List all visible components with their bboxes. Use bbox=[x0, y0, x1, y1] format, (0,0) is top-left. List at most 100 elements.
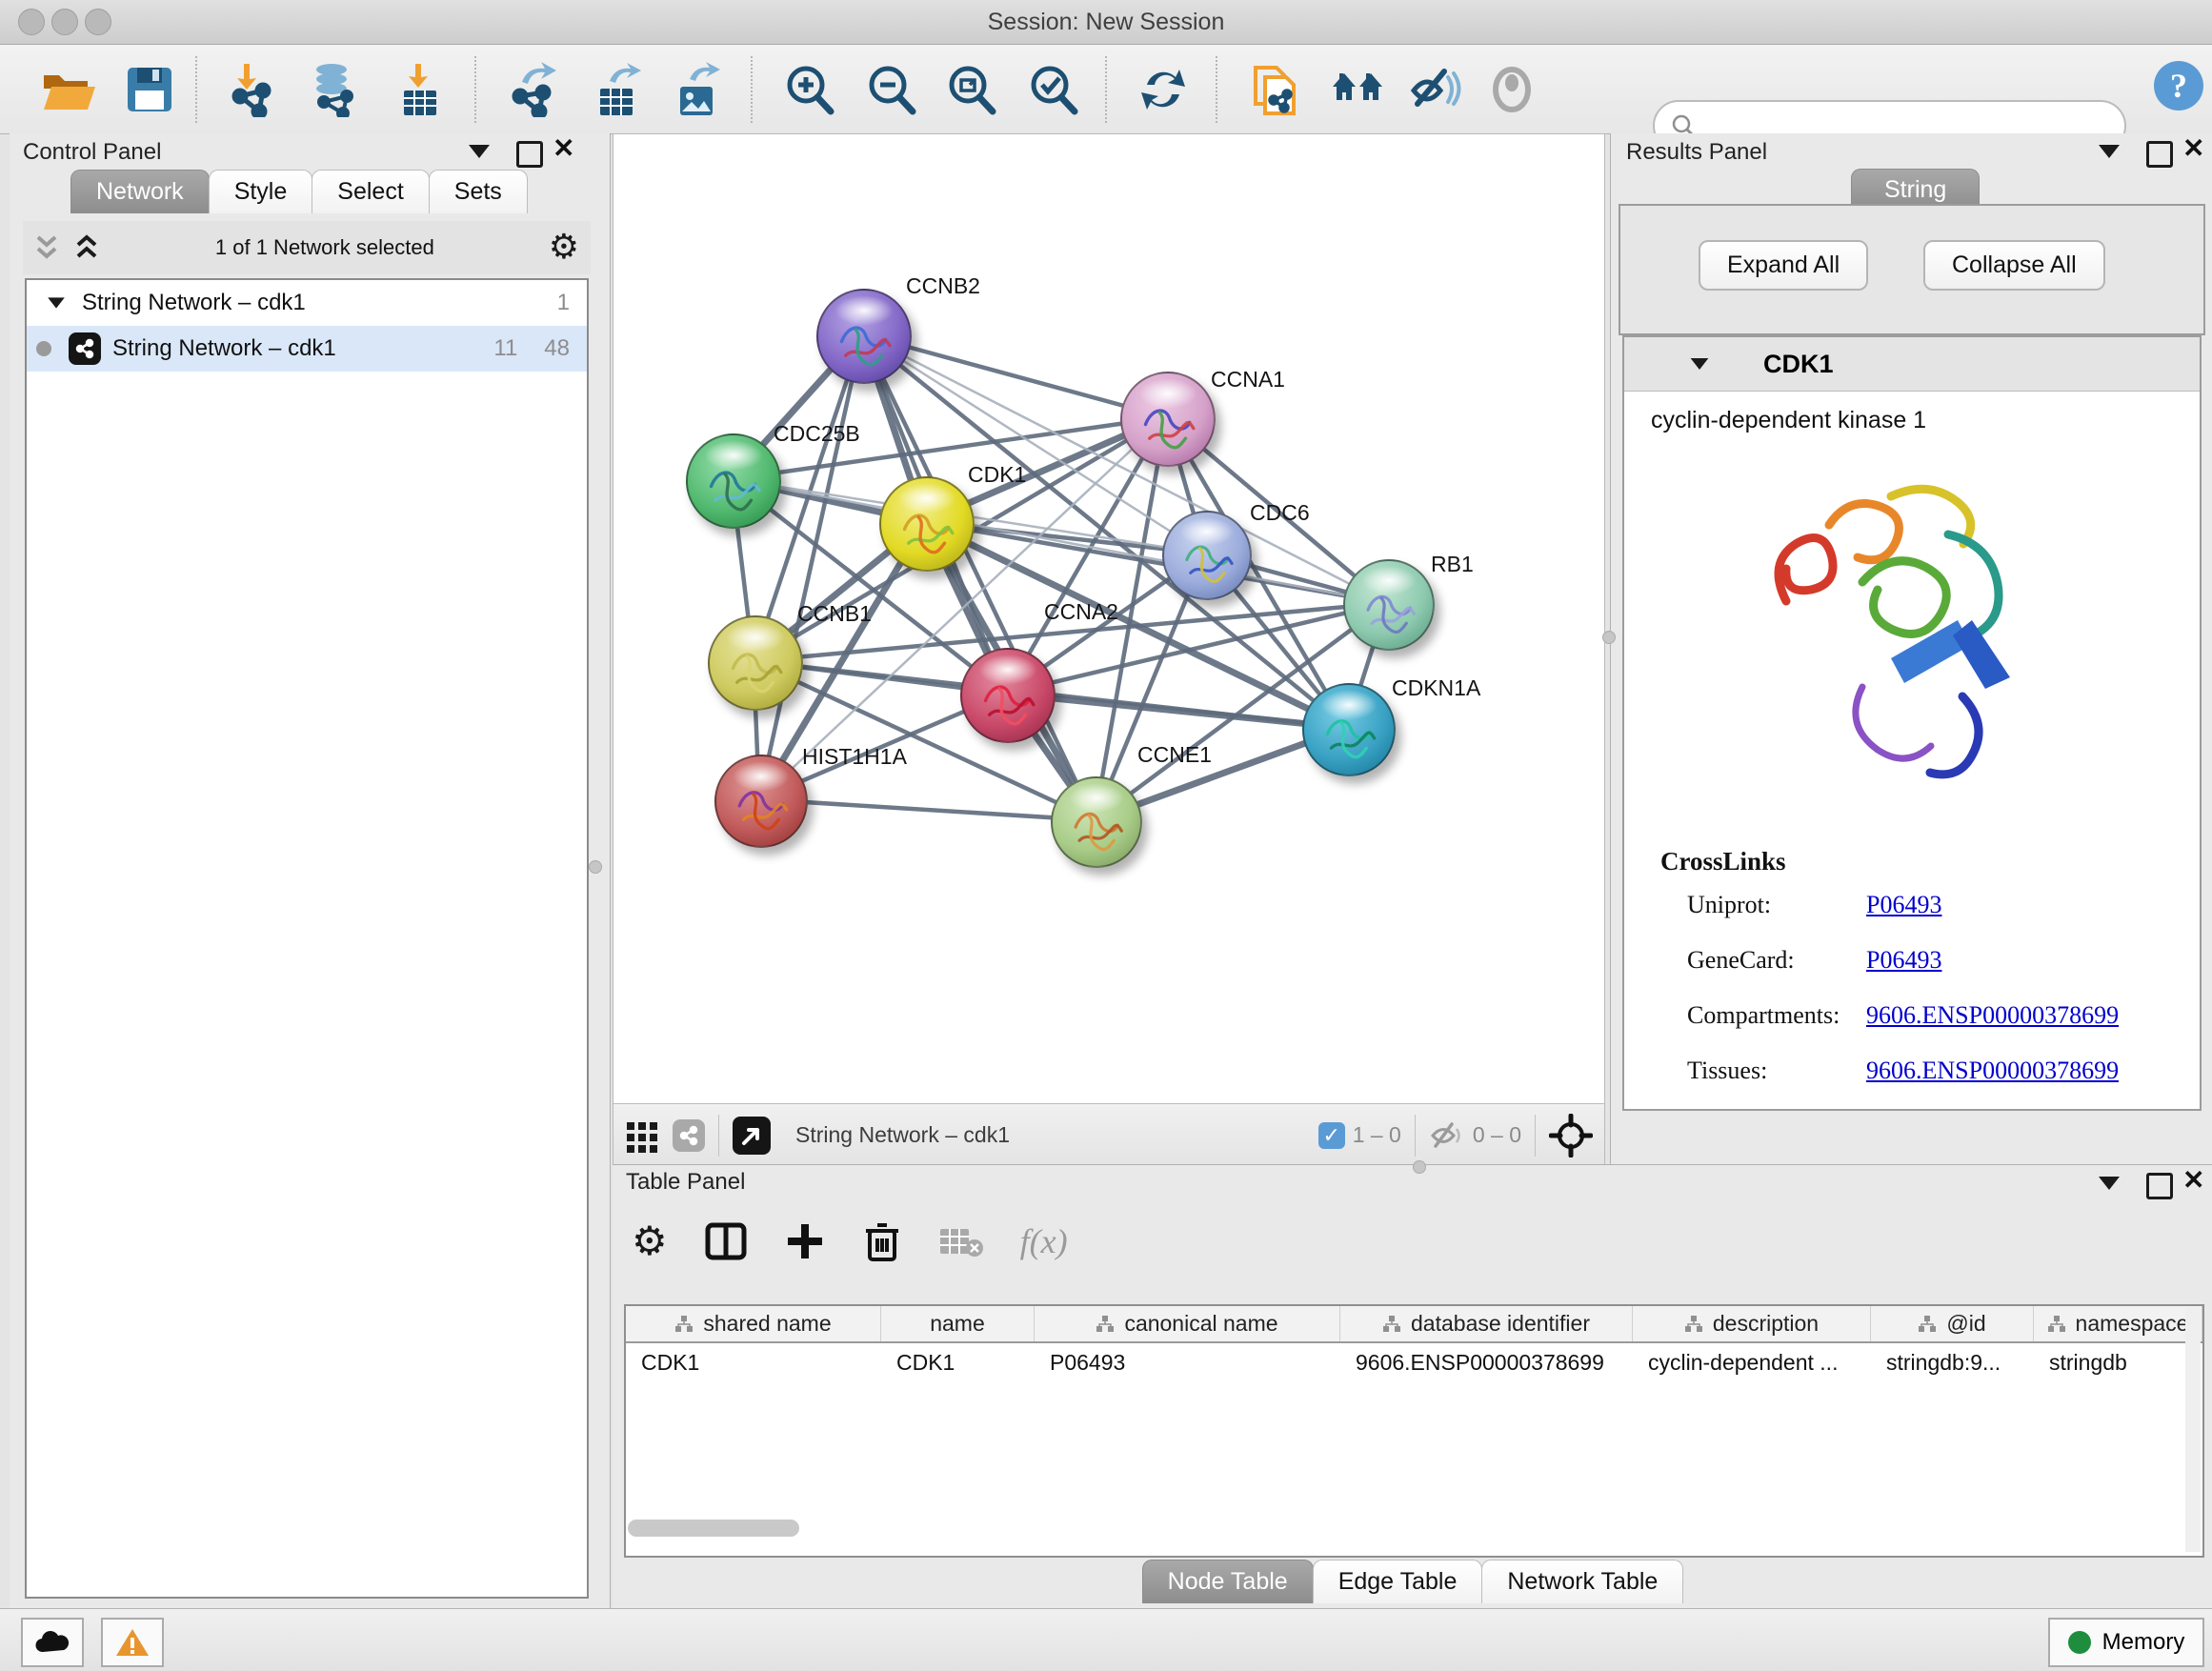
horizontal-splitter-handle[interactable] bbox=[1413, 1160, 1426, 1174]
panel-menu-icon[interactable] bbox=[2099, 145, 2120, 163]
fit-selected-crosshair-icon[interactable] bbox=[1549, 1114, 1593, 1158]
node-cdk1[interactable] bbox=[879, 476, 975, 572]
new-network-from-selection-icon[interactable] bbox=[1248, 62, 1303, 117]
import-table-icon[interactable] bbox=[392, 62, 448, 117]
crosslink-value-link[interactable]: P06493 bbox=[1866, 946, 1941, 975]
horizontal-scrollbar-thumb[interactable] bbox=[628, 1520, 799, 1537]
tab-network[interactable]: Network bbox=[70, 170, 210, 213]
save-session-icon[interactable] bbox=[122, 62, 177, 117]
grid-view-icon[interactable] bbox=[623, 1117, 661, 1155]
first-neighbors-icon[interactable] bbox=[1330, 62, 1385, 117]
memory-button[interactable]: Memory bbox=[2048, 1618, 2204, 1667]
crosslink-label: GeneCard: bbox=[1687, 946, 1866, 975]
show-all-eye-icon[interactable] bbox=[1484, 62, 1539, 117]
panel-menu-icon[interactable] bbox=[469, 145, 490, 163]
close-panel-icon[interactable]: ✕ bbox=[2182, 1170, 2204, 1194]
close-panel-icon[interactable]: ✕ bbox=[2182, 138, 2204, 162]
node-cdc25b[interactable] bbox=[686, 433, 781, 529]
birds-eye-view-icon[interactable] bbox=[733, 1117, 771, 1155]
float-panel-icon[interactable] bbox=[2146, 1173, 2173, 1199]
table-options-gear-icon[interactable]: ⚙ bbox=[632, 1224, 668, 1258]
tab-sets[interactable]: Sets bbox=[429, 170, 528, 213]
column-header-namespace[interactable]: namespace bbox=[2034, 1306, 2202, 1341]
column-header-database-identifier[interactable]: database identifier bbox=[1340, 1306, 1633, 1341]
network-collection-row[interactable]: String Network – cdk1 1 bbox=[27, 280, 587, 326]
show-columns-icon[interactable] bbox=[704, 1219, 748, 1263]
table-panel: Table Panel ✕ ⚙ f(x) shared namenamecano… bbox=[613, 1164, 2212, 1609]
cloud-button[interactable] bbox=[21, 1618, 84, 1667]
results-panel-title: Results Panel bbox=[1626, 139, 1767, 166]
open-session-icon[interactable] bbox=[40, 62, 95, 117]
node-ccnb2[interactable] bbox=[816, 289, 912, 384]
node-rb1[interactable] bbox=[1343, 559, 1435, 651]
crosslink-value-link[interactable]: 9606.ENSP00000378699 bbox=[1866, 1001, 2119, 1030]
warning-button[interactable] bbox=[101, 1618, 164, 1667]
apply-layout-icon[interactable] bbox=[1136, 62, 1191, 117]
network-row[interactable]: String Network – cdk1 11 48 bbox=[27, 326, 587, 372]
panel-menu-icon[interactable] bbox=[2099, 1177, 2120, 1195]
cell-canonical-name[interactable]: P06493 bbox=[1035, 1350, 1340, 1376]
import-network-icon[interactable] bbox=[227, 62, 282, 117]
node-ccne1[interactable] bbox=[1051, 776, 1142, 868]
tab-select[interactable]: Select bbox=[312, 170, 429, 213]
float-panel-icon[interactable] bbox=[2146, 141, 2173, 168]
column-header-name[interactable]: name bbox=[881, 1306, 1035, 1341]
node-hist1h1a[interactable] bbox=[714, 755, 808, 848]
cell-namespace[interactable]: stringdb bbox=[2034, 1350, 2202, 1376]
edge-CCNE1-HIST1H1A[interactable] bbox=[759, 799, 1095, 820]
vertical-scrollbar[interactable] bbox=[2185, 1308, 2201, 1552]
node-ccna2[interactable] bbox=[960, 648, 1056, 743]
node-cdkn1a[interactable] bbox=[1302, 683, 1396, 776]
cloud-icon bbox=[33, 1629, 71, 1656]
tab-style[interactable]: Style bbox=[209, 170, 313, 213]
network-options-gear-icon[interactable]: ⚙ bbox=[549, 231, 579, 265]
export-image-icon[interactable] bbox=[669, 62, 724, 117]
left-splitter-handle[interactable] bbox=[589, 860, 602, 874]
float-panel-icon[interactable] bbox=[516, 141, 543, 168]
tab-edge-table[interactable]: Edge Table bbox=[1313, 1560, 1483, 1603]
column-header-shared-name[interactable]: shared name bbox=[626, 1306, 881, 1341]
cell-name[interactable]: CDK1 bbox=[881, 1350, 1035, 1376]
column-header-canonical-name[interactable]: canonical name bbox=[1035, 1306, 1340, 1341]
crosslink-value-link[interactable]: 9606.ENSP00000378699 bbox=[1866, 1057, 2119, 1085]
cell-database-identifier[interactable]: 9606.ENSP00000378699 bbox=[1340, 1350, 1633, 1376]
zoom-out-icon[interactable] bbox=[863, 62, 918, 117]
control-panel-title: Control Panel bbox=[23, 139, 161, 166]
right-splitter-handle[interactable] bbox=[1602, 631, 1616, 644]
node-cdc6[interactable] bbox=[1162, 511, 1252, 600]
tab-network-table[interactable]: Network Table bbox=[1481, 1560, 1683, 1603]
tab-node-table[interactable]: Node Table bbox=[1142, 1560, 1314, 1603]
cell-@id[interactable]: stringdb:9... bbox=[1871, 1350, 2034, 1376]
help-icon[interactable]: ? bbox=[2151, 58, 2206, 113]
close-panel-icon[interactable]: ✕ bbox=[553, 138, 574, 162]
node-ccna1[interactable] bbox=[1120, 372, 1216, 467]
expand-all-icon[interactable] bbox=[72, 232, 101, 264]
hide-selected-eye-icon[interactable] bbox=[1406, 62, 1461, 117]
node-section-header[interactable]: CDK1 bbox=[1624, 337, 2200, 392]
network-share-view-icon[interactable] bbox=[673, 1119, 705, 1152]
add-column-icon[interactable] bbox=[784, 1220, 826, 1262]
import-network-from-database-icon[interactable] bbox=[307, 62, 362, 117]
network-canvas[interactable]: CCNB2CCNA1CDC25BCDK1CDC6RB1CCNB1CCNA2CDK… bbox=[613, 134, 1604, 1103]
column-header-label: canonical name bbox=[1124, 1311, 1277, 1337]
zoom-selected-icon[interactable] bbox=[1025, 62, 1080, 117]
tree-icon bbox=[1382, 1315, 1401, 1334]
export-table-icon[interactable] bbox=[589, 62, 644, 117]
zoom-fit-icon[interactable] bbox=[943, 62, 998, 117]
protein-ribbon-thumbnail bbox=[1358, 581, 1419, 642]
column-header-@id[interactable]: @id bbox=[1871, 1306, 2034, 1341]
protein-ribbon-thumbnail bbox=[730, 776, 793, 839]
export-network-icon[interactable] bbox=[507, 62, 562, 117]
collapse-all-icon[interactable] bbox=[32, 232, 61, 264]
crosslink-value-link[interactable]: P06493 bbox=[1866, 891, 1941, 919]
node-ccnb1[interactable] bbox=[708, 615, 803, 711]
selected-checkbox-icon[interactable]: ✓ bbox=[1318, 1122, 1345, 1149]
cell-shared-name[interactable]: CDK1 bbox=[626, 1350, 881, 1376]
column-header-description[interactable]: description bbox=[1633, 1306, 1871, 1341]
table-row[interactable]: CDK1CDK1P064939606.ENSP00000378699cyclin… bbox=[626, 1343, 2202, 1381]
zoom-in-icon[interactable] bbox=[781, 62, 836, 117]
collapse-all-button[interactable]: Collapse All bbox=[1923, 240, 2105, 291]
expand-all-button[interactable]: Expand All bbox=[1699, 240, 1868, 291]
cell-description[interactable]: cyclin-dependent ... bbox=[1633, 1350, 1871, 1376]
delete-column-icon[interactable] bbox=[862, 1219, 902, 1263]
